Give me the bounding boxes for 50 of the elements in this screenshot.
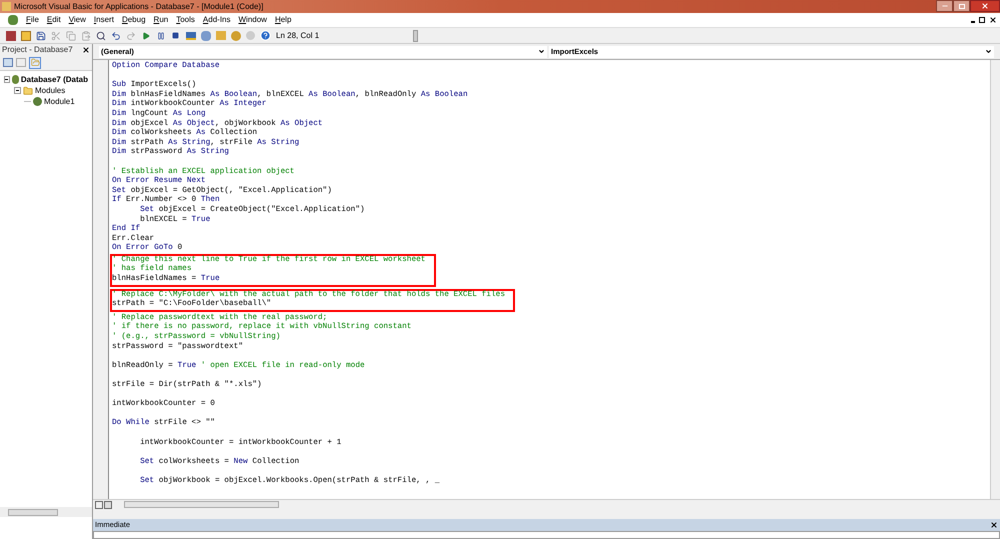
menu-item[interactable]: File: [22, 14, 43, 26]
save-icon[interactable]: [34, 29, 47, 42]
app-icon: [2, 2, 11, 11]
close-icon: [981, 2, 989, 10]
project-icon: [12, 75, 19, 84]
collapse-toggle-icon[interactable]: [14, 87, 21, 94]
vba-icon: [8, 15, 18, 25]
menu-item[interactable]: Window: [234, 14, 271, 26]
close-icon[interactable]: [989, 16, 997, 24]
undo-icon[interactable]: [109, 29, 122, 42]
close-icon[interactable]: [82, 46, 90, 54]
toolbar-grip[interactable]: [413, 30, 418, 42]
minimize-button[interactable]: [936, 0, 953, 12]
find-icon[interactable]: [94, 29, 107, 42]
menu-item[interactable]: Edit: [42, 14, 65, 26]
window-title: Microsoft Visual Basic for Applications - Database7 - [Module1 (Code)]: [14, 0, 264, 12]
folder-icon: [23, 86, 33, 96]
collapse-toggle-icon[interactable]: [4, 76, 10, 83]
full-module-view-icon[interactable]: [104, 500, 112, 508]
module-icon: [33, 97, 42, 106]
menu-item[interactable]: Debug: [118, 14, 150, 26]
tree-item[interactable]: Module1: [44, 96, 75, 108]
close-icon[interactable]: [990, 521, 998, 529]
help-icon[interactable]: [259, 29, 272, 42]
maximize-icon: [958, 4, 964, 8]
design-mode-icon[interactable]: [184, 29, 197, 42]
panel-title: Project - Database7: [2, 44, 73, 56]
toggle-folders-icon[interactable]: [29, 56, 41, 68]
maximize-button[interactable]: [953, 0, 970, 12]
access-icon[interactable]: [4, 29, 17, 42]
copy-icon[interactable]: [64, 29, 77, 42]
menu-item[interactable]: Insert: [90, 14, 118, 26]
menu-item[interactable]: Add-Ins: [198, 14, 234, 26]
code-editor[interactable]: [109, 60, 990, 499]
tree-item[interactable]: Modules: [35, 84, 66, 96]
restore-icon[interactable]: [979, 17, 985, 23]
menu-item[interactable]: Run: [150, 14, 172, 26]
project-explorer-icon[interactable]: [199, 29, 212, 42]
menu-item[interactable]: View: [64, 14, 90, 26]
insert-icon[interactable]: [19, 29, 32, 42]
procedure-view-icon[interactable]: [95, 500, 103, 508]
tree-item[interactable]: Database7 (Datab: [20, 74, 88, 86]
menu-item[interactable]: Tools: [172, 14, 199, 26]
caret-icon: [985, 48, 992, 55]
cursor-position: Ln 28, Col 1: [276, 30, 320, 42]
close-button[interactable]: [970, 0, 1000, 12]
caret-icon: [538, 48, 545, 55]
view-code-icon[interactable]: [3, 58, 13, 67]
menu-item[interactable]: Help: [270, 14, 296, 26]
object-browser-icon[interactable]: [229, 29, 242, 42]
